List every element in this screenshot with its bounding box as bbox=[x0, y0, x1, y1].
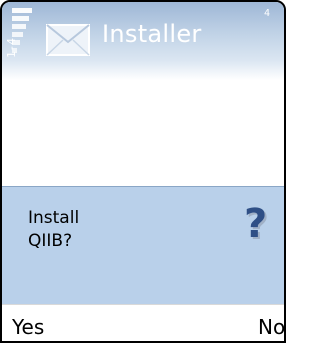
yes-softkey[interactable]: Yes bbox=[12, 315, 44, 339]
softkey-bar: Yes No bbox=[2, 304, 284, 341]
window-title: Installer bbox=[102, 20, 202, 48]
phone-screen: 1-4 Installer 4 Install QIIB? ? ? Yes No bbox=[0, 0, 286, 343]
no-softkey[interactable]: No bbox=[258, 315, 284, 339]
dialog-message: Install QIIB? bbox=[28, 207, 79, 253]
svg-text:?: ? bbox=[244, 201, 267, 247]
question-mark-icon: ? ? bbox=[242, 201, 278, 249]
signal-label: 1-4 bbox=[5, 38, 18, 58]
envelope-icon bbox=[46, 22, 90, 58]
confirmation-dialog: Install QIIB? ? ? bbox=[2, 186, 284, 305]
title-bar: 1-4 Installer 4 bbox=[2, 2, 284, 80]
dialog-line-1: Install bbox=[28, 208, 80, 228]
dialog-line-2: QIIB? bbox=[28, 231, 73, 251]
battery-indicator: 4 bbox=[264, 8, 271, 19]
content-area bbox=[2, 80, 284, 186]
